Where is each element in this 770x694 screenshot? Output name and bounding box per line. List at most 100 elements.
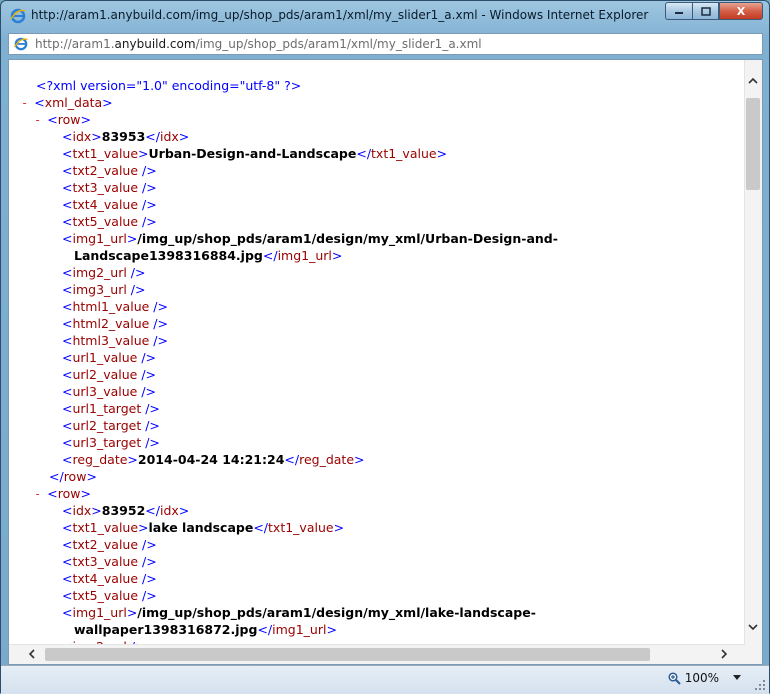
xml-element: <url1_target />: [62, 400, 160, 417]
tag-name: reg_date: [72, 452, 128, 467]
tag-name: html1_value: [72, 299, 150, 314]
tag-bracket: <: [62, 350, 73, 365]
tag-name: url3_target: [72, 435, 142, 450]
minimize-button[interactable]: [665, 2, 692, 20]
tag-bracket: >: [178, 503, 190, 518]
xml-element: <img2_url />: [62, 264, 145, 281]
tag-bracket: />: [138, 537, 157, 552]
scroll-right-icon[interactable]: [721, 649, 728, 662]
browser-window: http://aram1.anybuild.com/img_up/shop_pd…: [0, 0, 770, 694]
tag-bracket: <: [62, 571, 73, 586]
maximize-button[interactable]: [692, 2, 719, 20]
tag-bracket: >: [80, 486, 91, 501]
element-value: lake landscape: [148, 520, 254, 535]
element-value: Landscape1398316884.jpg: [74, 248, 263, 263]
tag-name: txt4_value: [72, 197, 139, 212]
tag-bracket: />: [137, 350, 157, 365]
tag-bracket: />: [137, 384, 157, 399]
xml-collapsible-node[interactable]: - <row>: [34, 111, 91, 128]
tag-bracket: <: [62, 316, 73, 331]
tag-bracket: <: [62, 401, 73, 416]
xml-element: <img1_url>/img_up/shop_pds/aram1/design/…: [62, 230, 558, 247]
close-icon: X: [736, 4, 746, 18]
vertical-scroll-thumb[interactable]: [746, 98, 760, 190]
tag-bracket: </: [49, 469, 64, 484]
xml-element: <txt4_value />: [62, 570, 157, 587]
document-view[interactable]: <?xml version="1.0" encoding="utf-8" ?> …: [8, 59, 763, 665]
tag-bracket: <: [62, 537, 73, 552]
xml-element: <txt5_value />: [62, 213, 157, 230]
xml-element: <html2_value />: [62, 315, 168, 332]
tag-name: url3_value: [72, 384, 138, 399]
tag-bracket: <: [62, 418, 73, 433]
scroll-down-icon[interactable]: [748, 620, 758, 633]
zoom-level: 100%: [684, 671, 719, 685]
tag-bracket: />: [141, 418, 160, 433]
element-value: wallpaper1398316872.jpg: [74, 622, 258, 637]
tag-bracket: >: [91, 129, 102, 144]
tag-bracket: <: [34, 95, 45, 110]
resize-grip-icon[interactable]: [754, 679, 766, 691]
tag-bracket: <: [62, 129, 73, 144]
address-url[interactable]: http://aram1.anybuild.com/img_up/shop_pd…: [35, 37, 482, 51]
tag-bracket: <: [62, 197, 73, 212]
tag-name: txt1_value: [72, 520, 139, 535]
xml-collapsible-node[interactable]: - <row>: [34, 485, 91, 502]
horizontal-scrollbar[interactable]: [9, 644, 745, 664]
tag-bracket: </: [253, 520, 269, 535]
tag-bracket: />: [141, 435, 160, 450]
close-button[interactable]: X: [719, 2, 763, 20]
title-bar[interactable]: http://aram1.anybuild.com/img_up/shop_pd…: [1, 1, 769, 31]
tag-name: html2_value: [72, 316, 150, 331]
zoom-control[interactable]: 100%: [668, 671, 719, 685]
tag-name: idx: [159, 129, 179, 144]
xml-collapsible-node[interactable]: - <xml_data>: [21, 94, 113, 111]
scroll-left-icon[interactable]: [28, 649, 35, 662]
scroll-up-icon[interactable]: [748, 74, 758, 87]
tag-name: row: [57, 486, 81, 501]
tag-name: idx: [72, 503, 92, 518]
tag-bracket: <: [62, 435, 73, 450]
xml-element: <url2_target />: [62, 417, 160, 434]
tag-bracket: />: [138, 197, 157, 212]
tag-bracket: <: [62, 384, 73, 399]
xml-element: <url2_value />: [62, 366, 156, 383]
element-value: 83953: [101, 129, 146, 144]
horizontal-scroll-thumb[interactable]: [45, 648, 650, 661]
tag-name: url1_value: [72, 350, 138, 365]
tag-bracket: />: [149, 316, 168, 331]
tag-bracket: />: [138, 180, 157, 195]
tag-name: url1_target: [72, 401, 142, 416]
collapse-toggle-icon: -: [34, 487, 42, 501]
zoom-dropdown-icon[interactable]: [733, 672, 741, 683]
tag-name: img1_url: [72, 605, 127, 620]
element-value: 2014-04-24 14:21:24: [137, 452, 285, 467]
tag-name: url2_target: [72, 418, 142, 433]
tag-name: img1_url: [277, 248, 332, 263]
status-bar: 100%: [1, 665, 769, 694]
tag-bracket: </: [145, 503, 160, 518]
tag-bracket: >: [333, 520, 345, 535]
tag-bracket: <: [62, 231, 73, 246]
tag-bracket: <: [62, 146, 73, 161]
xml-element: <html3_value />: [62, 332, 168, 349]
tag-name: txt1_value: [268, 520, 334, 535]
tag-name: html3_value: [72, 333, 150, 348]
element-value: /img_up/shop_pds/aram1/design/my_xml/lak…: [137, 605, 536, 620]
xml-element: <txt1_value>lake landscape</txt1_value>: [62, 519, 344, 536]
tag-bracket: />: [137, 367, 157, 382]
tag-bracket: />: [138, 554, 157, 569]
tag-bracket: >: [126, 231, 138, 246]
tag-bracket: <: [47, 112, 58, 127]
xml-element: <img1_url>/img_up/shop_pds/aram1/design/…: [62, 604, 536, 621]
tag-bracket: <: [62, 520, 73, 535]
tag-bracket: />: [138, 571, 157, 586]
vertical-scrollbar[interactable]: [744, 60, 762, 645]
tag-name: row: [57, 112, 81, 127]
address-bar[interactable]: http://aram1.anybuild.com/img_up/shop_pd…: [8, 33, 763, 55]
tag-name: img1_url: [272, 622, 327, 637]
xml-element: <url3_target />: [62, 434, 160, 451]
tag-bracket: </: [284, 452, 300, 467]
xml-element: <txt1_value>Urban-Design-and-Landscape</…: [62, 145, 447, 162]
tag-bracket: >: [331, 248, 343, 263]
